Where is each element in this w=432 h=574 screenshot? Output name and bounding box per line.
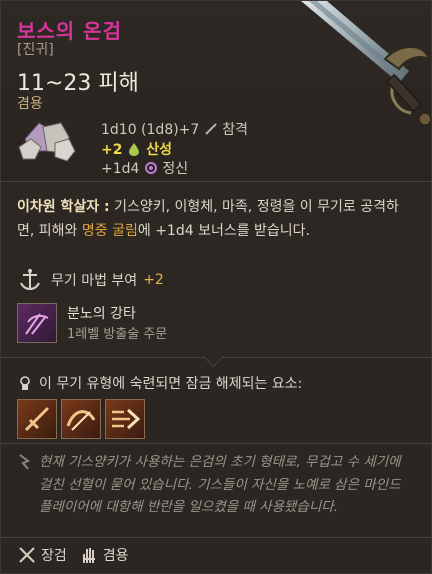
- swords-icon: [19, 547, 35, 563]
- sweep-action-icon: [66, 410, 96, 431]
- enchant-value: +2: [143, 272, 164, 288]
- action-icon-1[interactable]: [17, 399, 57, 439]
- spell-icon[interactable]: [17, 303, 57, 343]
- dash-action-icon: [112, 408, 141, 430]
- damage-detail: 1d10 (1d8)+7 참격: [101, 119, 248, 139]
- bonus-psychic: +1d4 정신: [101, 158, 188, 178]
- enchant-icon: [20, 269, 40, 290]
- unlock-actions: [17, 399, 145, 439]
- lock-icon: [20, 376, 30, 390]
- item-tooltip: 보스의 온검 [진귀] 11~23 피해 겸용 1d10 (1d8)+7 참격 …: [0, 0, 432, 574]
- item-handedness: 겸용: [17, 96, 43, 112]
- passive-highlight: 명중 굴림: [81, 223, 138, 239]
- slash-action-icon: [24, 406, 50, 432]
- unlock-row: 이 무기 유형에 숙련되면 잠금 해제되는 요소:: [17, 373, 302, 393]
- passive-text-b: 에 +1d4 보너스를 받습니다.: [137, 223, 311, 239]
- passive-title: 이차원 학살자 :: [17, 199, 110, 215]
- psychic-icon: [144, 162, 157, 174]
- wrathful-smite-icon: [25, 313, 49, 335]
- unlock-label: 이 무기 유형에 숙련되면 잠금 해제되는 요소:: [39, 376, 303, 392]
- spell-subtitle: 1레벨 방출술 주문: [67, 327, 168, 342]
- divider: [1, 443, 431, 444]
- passive-description: 이차원 학살자 : 기스양키, 이형체, 마족, 정령을 이 무기로 공격하면,…: [17, 195, 413, 243]
- hand-type: 겸용: [102, 548, 129, 564]
- lore-icon: [19, 454, 31, 470]
- hand-icon: [82, 548, 95, 563]
- action-icon-3[interactable]: [105, 399, 145, 439]
- proficiency-row: 장검 겸용: [17, 545, 129, 565]
- item-rarity: [진귀]: [17, 42, 54, 58]
- action-icon-2[interactable]: [61, 399, 101, 439]
- bonus-acid-value: +2: [101, 142, 123, 158]
- sword-image: [301, 1, 431, 126]
- bonus-acid: +2 산성: [101, 139, 172, 159]
- bonus-acid-label: 산성: [146, 142, 172, 158]
- bonus-psychic-label: 정신: [162, 161, 189, 177]
- spell-name: 분노의 강타: [67, 306, 136, 322]
- dice-icon: [18, 122, 76, 162]
- enchant-label: 무기 마법 부여: [51, 273, 138, 289]
- lore-text: 현재 기스양키가 사용하는 은검의 초기 형태로, 무겁고 수 세기에 걸친 선…: [39, 454, 401, 515]
- damage-type: 참격: [222, 122, 248, 138]
- damage-dice: 1d10 (1d8)+7: [101, 122, 200, 138]
- divider: [1, 537, 431, 538]
- enchantment-row: 무기 마법 부여 +2: [17, 267, 164, 293]
- acid-icon: [129, 143, 140, 156]
- bonus-psychic-value: +1d4: [101, 161, 140, 177]
- weapon-type: 장검: [41, 548, 67, 564]
- slash-icon: [205, 123, 217, 135]
